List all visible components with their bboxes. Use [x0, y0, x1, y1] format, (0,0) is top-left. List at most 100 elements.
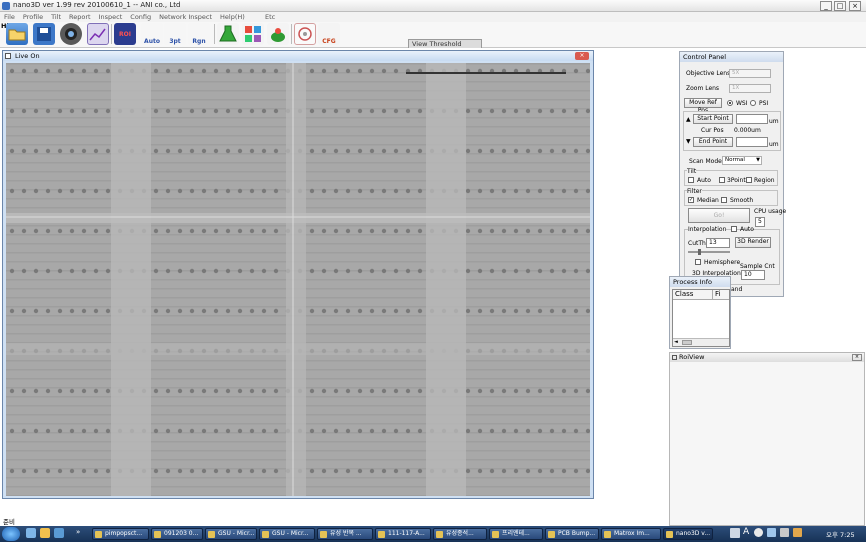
task-button[interactable]: 111-117-A... — [375, 528, 431, 540]
tilt-region-checkbox[interactable] — [746, 177, 752, 183]
roi-view-window: RoiView × — [669, 352, 865, 526]
smooth-checkbox[interactable] — [721, 197, 727, 203]
menu-etc[interactable]: Etc — [265, 13, 275, 21]
task-button[interactable]: 유성종석... — [433, 528, 487, 540]
sample-cnt-input[interactable]: 10 — [741, 270, 765, 280]
rgn-button[interactable]: Rgn — [188, 23, 210, 45]
tray-volume-icon[interactable] — [780, 528, 789, 537]
maximize-button[interactable]: □ — [834, 1, 846, 11]
tray-help-icon[interactable] — [754, 528, 763, 537]
task-button[interactable]: 유성 반복 ... — [317, 528, 373, 540]
move-ref-pos-button[interactable]: Move Ref Pos — [684, 98, 722, 114]
minimize-button[interactable]: _ — [820, 1, 832, 11]
menu-help[interactable]: Help(H) — [216, 12, 249, 22]
tilt-auto-checkbox[interactable] — [688, 177, 694, 183]
tray-ime-icon[interactable]: A — [743, 527, 749, 537]
roi-button[interactable]: ROI — [114, 23, 136, 45]
median-checkbox[interactable]: ✓ — [688, 197, 694, 203]
task-button[interactable]: pimpopsct... — [92, 528, 149, 540]
task-label: PCB Bump... — [558, 530, 596, 537]
tilt-3point-checkbox[interactable] — [719, 177, 725, 183]
zoom-lens-select[interactable]: 1X — [729, 84, 771, 93]
filter-label: Filter — [687, 188, 702, 195]
slider-thumb[interactable] — [698, 249, 701, 255]
quicklaunch-desktop-icon[interactable] — [54, 528, 64, 538]
task-button[interactable]: GSU - Micr... — [259, 528, 315, 540]
scope-button[interactable] — [294, 23, 316, 45]
column-header-class[interactable]: Class — [673, 290, 713, 299]
cpu-usage-value: 5 — [758, 218, 762, 225]
start-button[interactable] — [2, 527, 20, 541]
menu-tilt[interactable]: Tilt — [47, 12, 65, 22]
interp-auto-checkbox[interactable] — [731, 226, 737, 232]
rgn-icon: Rgn — [192, 38, 206, 45]
task-button[interactable]: GSU - Micr... — [205, 528, 257, 540]
task-label: GSU - Micr... — [218, 530, 255, 537]
zoom-lens-value: 1X — [732, 85, 740, 91]
cutth-label: CutTh — [688, 240, 706, 247]
menu-network-inspect[interactable]: Network Inspect — [155, 12, 216, 22]
menu-file[interactable]: File — [0, 12, 19, 22]
quicklaunch-folder-icon[interactable] — [40, 528, 50, 538]
3pt-button[interactable]: 3pt — [164, 23, 186, 45]
live-camera-view[interactable] — [6, 63, 590, 496]
start-point-input[interactable] — [736, 114, 768, 124]
scroll-thumb[interactable] — [682, 340, 692, 345]
toolbar-separator — [214, 24, 215, 44]
end-point-input[interactable] — [736, 137, 768, 147]
menu-profile[interactable]: Profile — [19, 12, 47, 22]
scan-mode-select[interactable]: Normal ▼ — [722, 156, 762, 165]
start-point-button[interactable]: Start Point — [693, 114, 733, 124]
plant-button[interactable] — [267, 23, 289, 45]
down-arrow-icon[interactable]: ▼ — [686, 138, 691, 145]
cutth-input[interactable]: 13 — [706, 238, 730, 248]
close-icon[interactable]: × — [852, 354, 862, 361]
process-info-list[interactable]: Class Fi ◄ — [672, 289, 730, 347]
horizontal-scrollbar[interactable]: ◄ — [673, 338, 729, 346]
close-button[interactable]: × — [849, 1, 861, 11]
plant-icon — [271, 28, 285, 42]
cutth-slider[interactable] — [688, 251, 730, 253]
hemisphere-checkbox[interactable] — [695, 259, 701, 265]
menu-report[interactable]: Report — [65, 12, 95, 22]
camera-button[interactable] — [60, 23, 82, 45]
menu-config[interactable]: Config — [126, 12, 155, 22]
task-button[interactable]: PCB Bump... — [545, 528, 599, 540]
task-button-active[interactable]: nano3D v... — [663, 528, 713, 540]
cur-pos-label: Cur Pos — [701, 127, 724, 134]
auto-button[interactable]: Auto — [141, 23, 163, 45]
menu-inspect[interactable]: Inspect — [95, 12, 127, 22]
open-button[interactable] — [6, 23, 28, 45]
wafer-image — [6, 63, 590, 496]
flask-button[interactable] — [217, 23, 239, 45]
end-point-button[interactable]: End Point — [693, 137, 733, 147]
quicklaunch-more-icon[interactable]: » — [76, 528, 80, 536]
window-title: nano3D ver 1.99 rev 20100610_1 -- ANI co… — [13, 1, 181, 9]
quicklaunch-ie-icon[interactable] — [26, 528, 36, 538]
window-menu-icon[interactable] — [672, 355, 677, 360]
save-button[interactable] — [33, 23, 55, 45]
objective-lens-select[interactable]: 5X — [729, 69, 771, 78]
tray-network-icon[interactable] — [730, 528, 740, 538]
task-button[interactable]: Matrox Im... — [601, 528, 661, 540]
close-icon[interactable]: × — [575, 52, 589, 60]
clock[interactable]: 오후 7:25 — [826, 529, 855, 539]
cpu-usage-input[interactable]: 5 — [755, 217, 765, 227]
cfg-button[interactable]: CFG — [318, 23, 340, 45]
3d-render-button[interactable]: 3D Render — [735, 237, 771, 248]
tray-security-icon[interactable] — [793, 528, 802, 537]
up-arrow-icon[interactable]: ▲ — [686, 116, 691, 123]
task-button[interactable]: 091203 0... — [151, 528, 203, 540]
task-button[interactable]: 프리엔테... — [489, 528, 543, 540]
tray-display-icon[interactable] — [767, 528, 776, 537]
column-header-fi[interactable]: Fi — [713, 290, 729, 299]
go-button[interactable]: Go! — [688, 208, 750, 223]
median-label: Median — [697, 197, 719, 204]
window-menu-icon[interactable] — [5, 53, 11, 59]
graph-button[interactable] — [87, 23, 109, 45]
grid-button[interactable] — [242, 23, 264, 45]
wsi-radio[interactable] — [727, 100, 733, 106]
view-threshold-tab[interactable]: View Threshold — [408, 39, 482, 48]
psi-radio[interactable] — [750, 100, 756, 106]
scroll-left-icon[interactable]: ◄ — [674, 339, 678, 345]
